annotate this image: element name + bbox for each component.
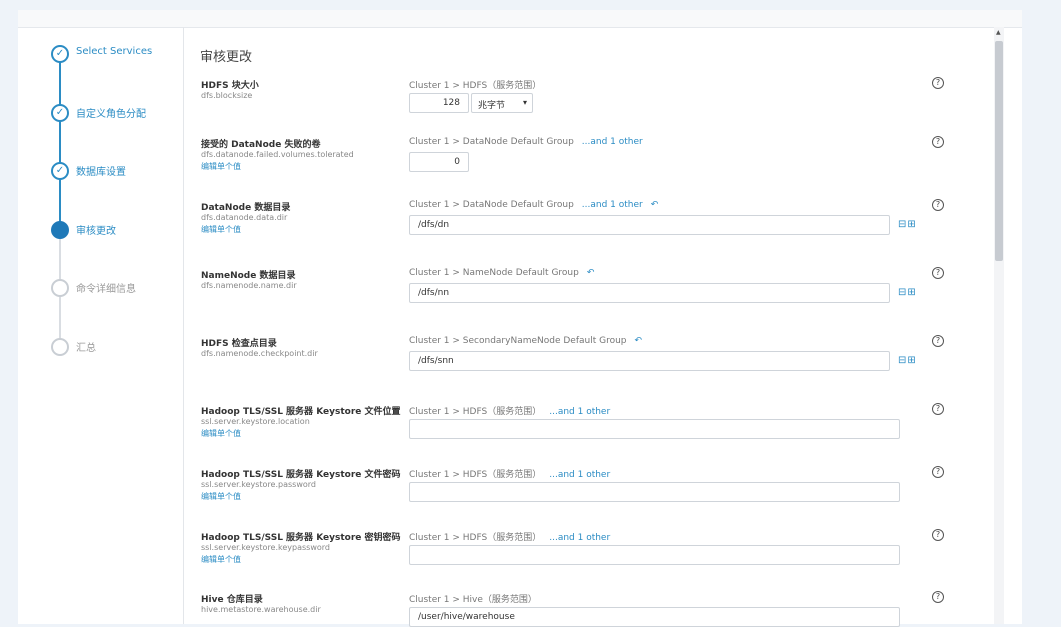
datanode-data-dir-input[interactable]: /dfs/dn <box>409 215 890 235</box>
help-icon[interactable]: ? <box>932 267 944 279</box>
check-icon: ✓ <box>51 162 69 180</box>
step-label: 自定义角色分配 <box>76 109 146 120</box>
step-label: 审核更改 <box>76 226 116 237</box>
param-key: dfs.datanode.data.dir <box>201 213 288 222</box>
and-others-link[interactable]: ...and 1 other <box>582 200 643 210</box>
step-review-changes[interactable]: 审核更改 <box>51 221 181 241</box>
help-icon[interactable]: ? <box>932 403 944 415</box>
param-name: Hadoop TLS/SSL 服务器 Keystore 文件密码 <box>201 470 401 480</box>
help-icon[interactable]: ? <box>932 136 944 148</box>
step-database-setup[interactable]: ✓ 数据库设置 <box>51 162 181 182</box>
param-key: ssl.server.keystore.keypassword <box>201 543 330 552</box>
param-scope: Cluster 1 > HDFS（服务范围） ...and 1 other <box>409 533 611 543</box>
keystore-password-input[interactable] <box>409 482 900 502</box>
active-step-icon <box>51 221 69 239</box>
and-others-link[interactable]: ...and 1 other <box>549 533 610 543</box>
and-others-link[interactable]: ...and 1 other <box>549 407 610 417</box>
caret-down-icon: ▾ <box>522 98 527 107</box>
check-icon: ✓ <box>51 104 69 122</box>
param-name: Hadoop TLS/SSL 服务器 Keystore 密钥密码 <box>201 533 401 543</box>
step-command-details: 命令详细信息 <box>51 279 181 299</box>
param-name: 接受的 DataNode 失败的卷 <box>201 140 321 150</box>
step-select-services[interactable]: ✓ Select Services <box>51 45 181 65</box>
scrollbar-thumb[interactable] <box>995 41 1003 261</box>
undo-icon[interactable]: ↶ <box>635 336 643 346</box>
remove-add-icon[interactable]: ⊟⊞ <box>898 219 917 230</box>
top-bar <box>18 10 1022 28</box>
step-label: Select Services <box>76 46 153 57</box>
param-name: HDFS 块大小 <box>201 81 259 91</box>
param-scope: Cluster 1 > HDFS（服务范围） ...and 1 other <box>409 470 611 480</box>
failed-volumes-input[interactable]: 0 <box>409 152 469 172</box>
edit-individual-values-link[interactable]: 编辑单个值 <box>201 554 241 565</box>
help-icon[interactable]: ? <box>932 77 944 89</box>
keystore-key-password-input[interactable] <box>409 545 900 565</box>
param-scope: Cluster 1 > HDFS（服务范围） ...and 1 other <box>409 407 611 417</box>
param-scope: Cluster 1 > NameNode Default Group ↶ <box>409 268 595 278</box>
vertical-scrollbar[interactable]: ▲ <box>994 27 1004 624</box>
undo-icon[interactable]: ↶ <box>587 268 595 278</box>
unit-select[interactable]: 兆字节 ▾ <box>471 93 533 113</box>
param-scope: Cluster 1 > DataNode Default Group ...and… <box>409 200 659 210</box>
and-others-link[interactable]: ...and 1 other <box>549 470 610 480</box>
pending-step-icon <box>51 338 69 356</box>
remove-add-icon[interactable]: ⊟⊞ <box>898 287 917 298</box>
step-label: 汇总 <box>76 343 96 354</box>
progress-rail <box>59 53 61 236</box>
param-key: ssl.server.keystore.password <box>201 480 316 489</box>
wizard-panel: ✓ Select Services ✓ 自定义角色分配 ✓ 数据库设置 审核更改… <box>18 10 1022 627</box>
edit-individual-values-link[interactable]: 编辑单个值 <box>201 491 241 502</box>
param-key: ssl.server.keystore.location <box>201 417 310 426</box>
hive-warehouse-dir-input[interactable]: /user/hive/warehouse <box>409 607 900 627</box>
param-key: dfs.namenode.checkpoint.dir <box>201 349 318 358</box>
param-scope: Cluster 1 > HDFS（服务范围） <box>409 81 542 91</box>
wizard-steps: ✓ Select Services ✓ 自定义角色分配 ✓ 数据库设置 审核更改… <box>18 27 184 624</box>
help-icon[interactable]: ? <box>932 591 944 603</box>
param-name: Hive 仓库目录 <box>201 595 263 605</box>
scroll-up-icon[interactable]: ▲ <box>996 29 1001 36</box>
param-name: NameNode 数据目录 <box>201 271 296 281</box>
checkpoint-dir-input[interactable]: /dfs/snn <box>409 351 890 371</box>
param-name: Hadoop TLS/SSL 服务器 Keystore 文件位置 <box>201 407 401 417</box>
param-key: dfs.namenode.name.dir <box>201 281 297 290</box>
check-icon: ✓ <box>51 45 69 63</box>
edit-individual-values-link[interactable]: 编辑单个值 <box>201 224 241 235</box>
step-label: 数据库设置 <box>76 167 126 178</box>
param-key: dfs.datanode.failed.volumes.tolerated <box>201 150 354 159</box>
page-title: 审核更改 <box>200 50 253 65</box>
and-others-link[interactable]: ...and 1 other <box>582 137 643 147</box>
help-icon[interactable]: ? <box>932 335 944 347</box>
param-key: hive.metastore.warehouse.dir <box>201 605 321 614</box>
step-custom-role-assignment[interactable]: ✓ 自定义角色分配 <box>51 104 181 124</box>
help-icon[interactable]: ? <box>932 199 944 211</box>
unit-select-value: 兆字节 <box>478 101 506 111</box>
namenode-data-dir-input[interactable]: /dfs/nn <box>409 283 890 303</box>
param-name: HDFS 检查点目录 <box>201 339 277 349</box>
block-size-input[interactable]: 128 <box>409 93 469 113</box>
review-content: 审核更改 HDFS 块大小 dfs.blocksize Cluster 1 > … <box>184 27 992 627</box>
edit-individual-values-link[interactable]: 编辑单个值 <box>201 428 241 439</box>
param-scope: Cluster 1 > SecondaryNameNode Default Gr… <box>409 336 643 346</box>
pending-step-icon <box>51 279 69 297</box>
step-summary: 汇总 <box>51 338 181 358</box>
param-key: dfs.blocksize <box>201 91 253 100</box>
undo-icon[interactable]: ↶ <box>651 200 659 210</box>
step-label: 命令详细信息 <box>76 284 136 295</box>
param-scope: Cluster 1 > DataNode Default Group ...and… <box>409 137 643 147</box>
edit-individual-values-link[interactable]: 编辑单个值 <box>201 161 241 172</box>
help-icon[interactable]: ? <box>932 466 944 478</box>
param-scope: Cluster 1 > Hive（服务范围） <box>409 595 537 605</box>
param-name: DataNode 数据目录 <box>201 203 291 213</box>
help-icon[interactable]: ? <box>932 529 944 541</box>
remove-add-icon[interactable]: ⊟⊞ <box>898 355 917 366</box>
keystore-location-input[interactable] <box>409 419 900 439</box>
